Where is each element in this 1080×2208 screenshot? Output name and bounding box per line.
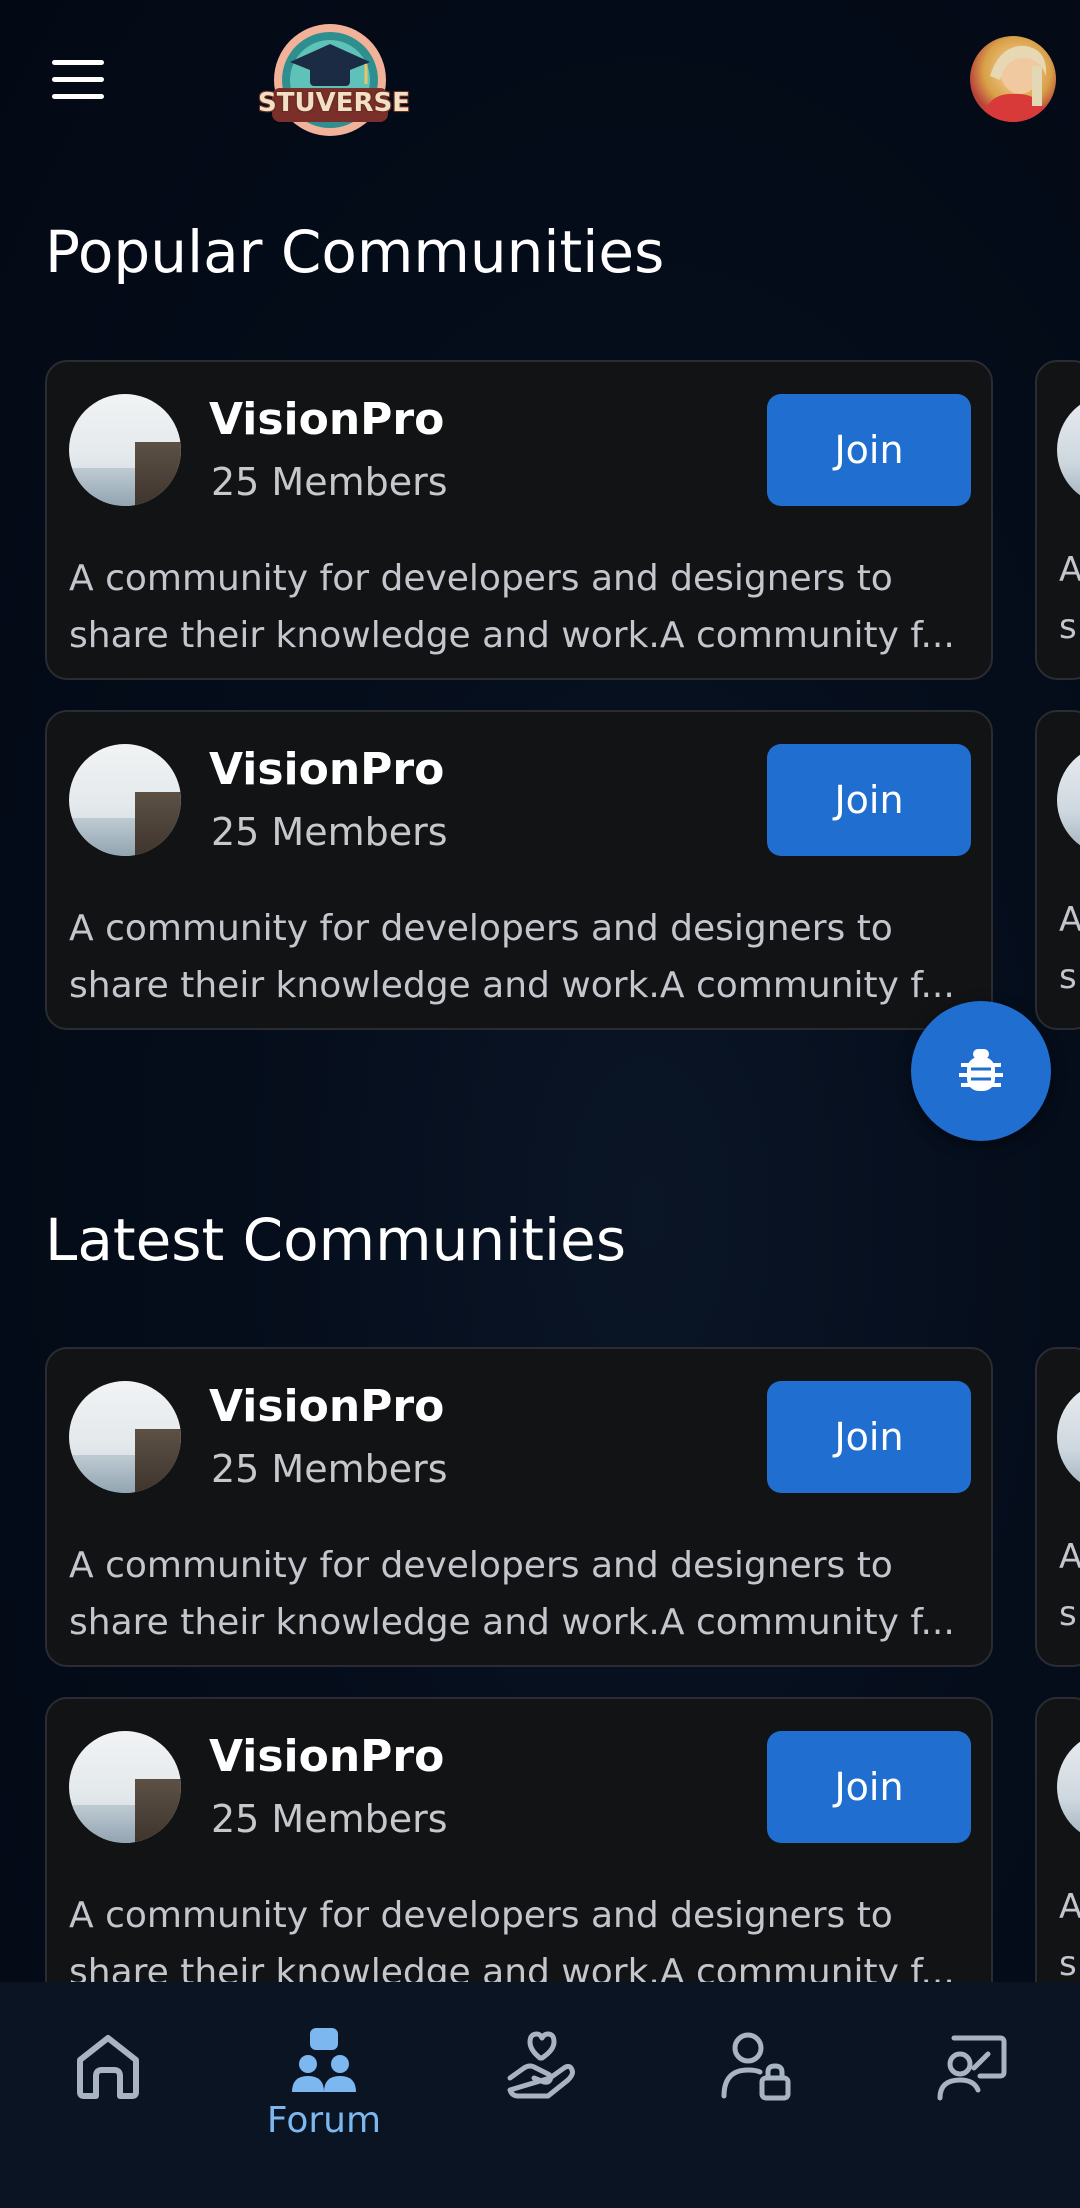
peek-text: s [1059,957,1077,997]
join-button[interactable]: Join [767,744,971,856]
community-card[interactable]: VisionPro 25 Members Join A community fo… [45,1697,993,2017]
description-line: share their knowledge and work.A communi… [69,1602,955,1643]
description-line: A community for developers and designers… [69,1895,893,1936]
description-line: share their knowledge and work.A communi… [69,615,955,656]
community-description: A community for developers and designers… [69,900,973,1014]
description-line: A community for developers and designers… [69,1545,893,1586]
description-line: A community for developers and designers… [69,558,893,599]
home-icon [77,2035,139,2099]
description-line: A community for developers and designers… [69,908,893,949]
join-button[interactable]: Join [767,1381,971,1493]
community-description: A community for developers and designers… [69,550,973,664]
bottom-navigation: Forum [0,1982,1080,2208]
community-members: 25 Members [211,1797,448,1841]
community-avatar [69,1731,181,1843]
join-button[interactable]: Join [767,394,971,506]
stuverse-logo: STUVERSE [258,18,410,138]
community-name: VisionPro [209,1731,445,1782]
app-header: STUVERSE [0,0,1080,170]
community-card[interactable]: VisionPro 25 Members Join A community fo… [45,360,993,680]
community-avatar [69,1381,181,1493]
user-lock-icon [721,2032,791,2101]
peek-text: A [1059,1537,1080,1577]
community-card-peek[interactable]: A s [1035,710,1080,1030]
nav-forum-label: Forum [266,2100,382,2141]
nav-volunteer[interactable] [432,1982,648,2208]
bug-icon [959,1049,1003,1091]
nav-home[interactable] [0,1982,216,2208]
nav-forum[interactable]: Forum [216,1982,432,2208]
community-members: 25 Members [211,810,448,854]
popular-communities-title: Popular Communities [45,218,665,286]
hand-heart-icon [507,2031,575,2099]
community-description: A community for developers and designers… [69,1537,973,1651]
forum-screen: STUVERSE Popular Communities VisionPro 2… [0,0,1080,2208]
join-button[interactable]: Join [767,1731,971,1843]
community-card[interactable]: VisionPro 25 Members Join A community fo… [45,1347,993,1667]
community-card-peek[interactable]: A s [1035,1347,1080,1667]
community-avatar [1057,1731,1080,1843]
peek-text: A [1059,1887,1080,1927]
community-card[interactable]: VisionPro 25 Members Join A community fo… [45,710,993,1030]
community-name: VisionPro [209,394,445,445]
description-line: share their knowledge and work.A communi… [69,965,955,1006]
community-avatar [1057,394,1080,506]
peek-text: A [1059,550,1080,590]
peek-text: A [1059,900,1080,940]
nav-mentorship[interactable] [864,1982,1080,2208]
community-avatar [1057,744,1080,856]
profile-photo-icon [980,45,1050,122]
community-avatar [69,744,181,856]
community-name: VisionPro [209,1381,445,1432]
presentation-user-icon [937,2035,1007,2101]
community-card-peek[interactable]: A s [1035,1697,1080,2017]
community-name: VisionPro [209,744,445,795]
peek-text: s [1059,607,1077,647]
community-avatar [69,394,181,506]
peek-text: s [1059,1944,1077,1984]
community-card-peek[interactable]: A s [1035,360,1080,680]
hamburger-menu-icon[interactable] [52,60,106,100]
logo-badge-icon [272,24,388,136]
community-members: 25 Members [211,460,448,504]
report-bug-button[interactable] [911,1001,1051,1141]
logo-text: STUVERSE [258,88,410,118]
community-members: 25 Members [211,1447,448,1491]
latest-communities-title: Latest Communities [45,1206,627,1274]
peek-text: s [1059,1594,1077,1634]
forum-icon [292,2028,356,2092]
user-avatar[interactable] [970,36,1056,122]
nav-profile-security[interactable] [648,1982,864,2208]
community-avatar [1057,1381,1080,1493]
